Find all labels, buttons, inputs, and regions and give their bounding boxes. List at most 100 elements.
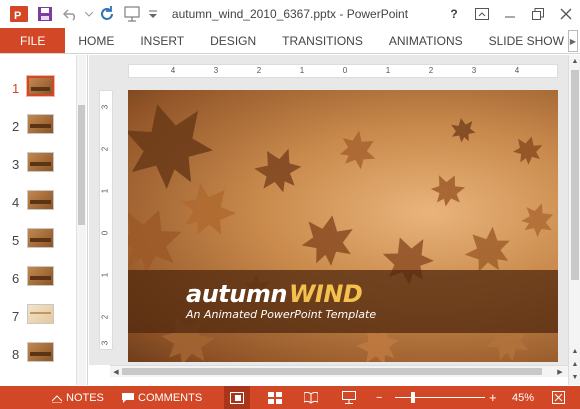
thumbnail-6[interactable]: 6: [0, 263, 87, 301]
quick-access-toolbar: P: [0, 0, 160, 28]
normal-view-icon: [230, 391, 244, 404]
customize-toolbar-icon[interactable]: [146, 1, 160, 27]
thumbnail-number: 3: [12, 157, 20, 172]
previous-slide-icon[interactable]: ▲: [569, 358, 580, 370]
thumbnail-image[interactable]: [26, 75, 55, 97]
comments-label: COMMENTS: [138, 391, 203, 404]
slide-title-part2: WIND: [288, 280, 363, 308]
slide-vertical-scrollbar[interactable]: ▲ ▲ ▲ ▼: [568, 55, 580, 385]
thumbnail-2[interactable]: 2: [0, 111, 87, 149]
status-bar: NOTES COMMENTS − + 45%: [0, 386, 580, 409]
thumbnail-image[interactable]: [27, 228, 54, 248]
ruler-label: 2: [100, 146, 110, 152]
thumbnail-number: 4: [12, 195, 20, 210]
current-slide[interactable]: autumnWIND An Animated PowerPoint Templa…: [128, 90, 558, 362]
slide-title-part1: autumn: [186, 280, 287, 308]
powerpoint-logo-icon[interactable]: P: [6, 1, 32, 27]
ribbon-display-options-icon[interactable]: [468, 0, 496, 28]
zoom-out-button[interactable]: −: [376, 386, 382, 409]
notes-icon: [52, 394, 62, 403]
scroll-up-icon[interactable]: ▲: [569, 55, 580, 67]
slide-title[interactable]: autumnWIND: [186, 280, 363, 308]
thumbnail-8[interactable]: 8: [0, 339, 87, 377]
ruler-label: 1: [100, 272, 110, 278]
thumbnail-image[interactable]: [27, 152, 54, 172]
minimize-icon[interactable]: [496, 0, 524, 28]
ruler-label: 3: [100, 340, 110, 346]
horizontal-scrollbar-thumb[interactable]: [122, 368, 542, 375]
thumbnail-3[interactable]: 3: [0, 149, 87, 187]
tab-file[interactable]: FILE: [0, 28, 66, 53]
tab-scroll-right-icon[interactable]: ▶: [568, 30, 578, 52]
redo-icon[interactable]: [94, 1, 120, 27]
notes-button[interactable]: NOTES: [52, 386, 104, 409]
reading-view-icon: [304, 391, 318, 404]
ruler-label: 0: [100, 230, 110, 236]
ruler-label: 1: [299, 66, 305, 75]
thumbnail-image[interactable]: [27, 342, 54, 362]
thumbnail-5[interactable]: 5: [0, 225, 87, 263]
powerpoint-window: P autumn_wind_2010_6367.pptx - PowerPoin…: [0, 0, 580, 409]
slide-sorter-view-button[interactable]: [262, 386, 288, 409]
slide-horizontal-scrollbar[interactable]: ◀ ▶: [110, 365, 568, 377]
undo-icon[interactable]: [58, 1, 84, 27]
reading-view-button[interactable]: [298, 386, 324, 409]
ruler-label: 1: [100, 188, 110, 194]
next-slide-icon[interactable]: ▼: [569, 371, 580, 383]
scroll-up-icon[interactable]: ▲: [569, 345, 580, 357]
ruler-label: 2: [256, 66, 262, 75]
ruler-label: 0: [342, 66, 348, 75]
zoom-level[interactable]: 45%: [512, 386, 534, 409]
fit-slide-to-window-button[interactable]: [545, 386, 571, 409]
ruler-label: 1: [385, 66, 391, 75]
save-icon[interactable]: [32, 1, 58, 27]
window-controls: ?: [440, 0, 580, 28]
zoom-slider-thumb[interactable]: [410, 392, 415, 403]
slideshow-from-start-icon[interactable]: [120, 1, 146, 27]
slide-subtitle[interactable]: An Animated PowerPoint Template: [186, 308, 376, 321]
tab-transitions[interactable]: TRANSITIONS: [269, 28, 376, 53]
ribbon-tabs: FILE HOME INSERT DESIGN TRANSITIONS ANIM…: [0, 28, 580, 54]
help-button[interactable]: ?: [440, 0, 468, 28]
thumbnail-number: 2: [12, 119, 20, 134]
thumbnail-number: 7: [12, 309, 20, 324]
undo-dropdown-icon[interactable]: [84, 1, 94, 27]
thumbnail-scrollbar-thumb[interactable]: [78, 105, 85, 225]
thumbnail-1[interactable]: 1: [0, 73, 87, 111]
thumbnail-7[interactable]: 7: [0, 301, 87, 339]
vertical-scrollbar-thumb[interactable]: [571, 70, 579, 280]
svg-text:P: P: [14, 10, 21, 22]
thumbnail-image[interactable]: [27, 266, 54, 286]
tab-home[interactable]: HOME: [65, 28, 127, 53]
zoom-in-button[interactable]: +: [489, 386, 497, 409]
slide-show-view-button[interactable]: [336, 386, 362, 409]
thumbnail-image[interactable]: [27, 114, 54, 134]
ruler-label: 3: [471, 66, 477, 75]
ruler-label: 3: [100, 104, 110, 110]
thumbnail-4[interactable]: 4: [0, 187, 87, 225]
notes-label: NOTES: [66, 391, 104, 404]
comments-button[interactable]: COMMENTS: [122, 386, 202, 409]
fit-to-window-icon: [551, 391, 565, 404]
close-icon[interactable]: [552, 0, 580, 28]
scroll-right-icon[interactable]: ▶: [554, 366, 566, 377]
restore-icon[interactable]: [524, 0, 552, 28]
tab-animations[interactable]: ANIMATIONS: [376, 28, 476, 53]
normal-view-button[interactable]: [224, 386, 250, 409]
tab-design[interactable]: DESIGN: [197, 28, 269, 53]
slide-thumbnail-pane: 1 2 3 4 5 6 7 8: [0, 55, 88, 385]
slide-show-icon: [342, 391, 356, 404]
tab-insert[interactable]: INSERT: [127, 28, 197, 53]
thumbnail-scrollbar[interactable]: [76, 55, 86, 385]
scroll-left-icon[interactable]: ◀: [110, 366, 122, 377]
ruler-label: 3: [213, 66, 219, 75]
thumbnail-number: 5: [12, 233, 20, 248]
vertical-ruler: 3 2 1 0 1 2 3: [99, 90, 113, 350]
comment-icon: [122, 392, 134, 403]
slide-sorter-icon: [268, 391, 282, 404]
ruler-label: 4: [514, 66, 520, 75]
thumbnail-image[interactable]: [27, 304, 54, 324]
thumbnail-image[interactable]: [27, 190, 54, 210]
tab-slide-show[interactable]: SLIDE SHOW: [476, 28, 577, 53]
zoom-slider[interactable]: [395, 397, 485, 398]
